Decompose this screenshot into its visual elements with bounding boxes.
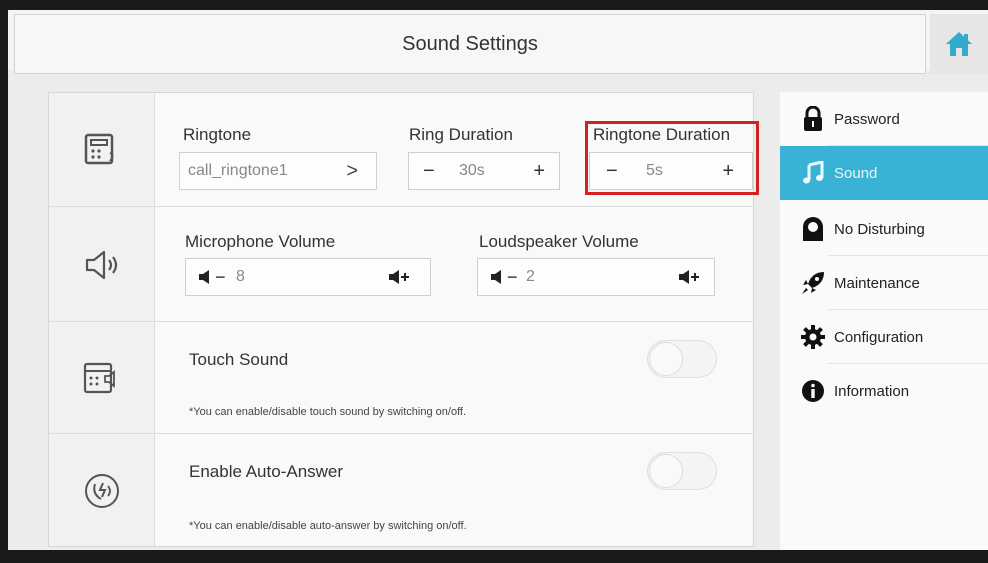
gear-icon: [792, 325, 834, 349]
ring-duration-decrease-button[interactable]: −: [423, 160, 435, 183]
microphone-volume-down-button[interactable]: −: [198, 267, 226, 288]
keypad-sound-icon: [49, 322, 154, 434]
auto-answer-label: Enable Auto-Answer: [189, 462, 344, 481]
page-title-bar: Sound Settings: [14, 14, 926, 74]
touch-sound-row: Touch Sound *You can enable/disable touc…: [49, 322, 753, 434]
loudspeaker-volume-value: 2: [526, 268, 535, 285]
ringtone-label: Ringtone: [183, 125, 252, 144]
sidebar-item-configuration[interactable]: Configuration: [780, 310, 988, 364]
top-bar: Sound Settings: [8, 10, 988, 74]
volume-row: Microphone Volume − 8 Loudspeaker Volume…: [49, 207, 753, 322]
ring-duration-value: 30s: [459, 162, 485, 179]
touch-sound-toggle[interactable]: [647, 340, 717, 378]
sidebar-item-label: Password: [834, 110, 900, 128]
sidebar-item-sound[interactable]: Sound: [780, 146, 988, 200]
volume-up-icon: [679, 270, 699, 284]
ringtone-select[interactable]: call_ringtone1 >: [179, 152, 377, 190]
sidebar-item-label: Configuration: [834, 328, 924, 346]
music-note-icon: [792, 161, 834, 185]
ringtone-row: Ringtone call_ringtone1 > Ring Duration …: [49, 93, 759, 207]
sidebar-item-label: Sound: [834, 164, 878, 182]
auto-answer-row: Enable Auto-Answer *You can enable/disab…: [49, 434, 753, 548]
sidebar-item-password[interactable]: Password: [780, 92, 988, 146]
microphone-volume-value: 8: [236, 268, 245, 285]
volume-down-icon: [199, 270, 209, 284]
microphone-volume-up-button[interactable]: [388, 269, 410, 285]
home-icon: [946, 32, 972, 56]
volume-down-icon: [491, 270, 501, 284]
page-title: Sound Settings: [402, 32, 538, 55]
ring-duration-increase-button[interactable]: +: [533, 160, 545, 183]
ringtone-value: call_ringtone1: [188, 162, 288, 179]
sidebar-item-information[interactable]: Information: [780, 364, 988, 418]
auto-answer-note: *You can enable/disable auto-answer by s…: [189, 520, 467, 532]
touch-sound-label: Touch Sound: [189, 350, 289, 369]
sidebar-item-label: Maintenance: [834, 274, 920, 292]
loudspeaker-volume-control: − 2: [477, 258, 715, 296]
loudspeaker-volume-label: Loudspeaker Volume: [479, 232, 639, 251]
intercom-panel-icon: [49, 93, 154, 207]
rocket-icon: [792, 270, 834, 296]
sidebar-item-maintenance[interactable]: Maintenance: [780, 256, 988, 310]
touch-sound-note: *You can enable/disable touch sound by s…: [189, 406, 467, 418]
speaker-icon: [49, 207, 154, 322]
lock-icon: [792, 106, 834, 132]
microphone-volume-control: − 8: [185, 258, 431, 296]
sidebar-item-label: Information: [834, 382, 910, 400]
loudspeaker-volume-up-button[interactable]: [678, 269, 700, 285]
ring-duration-stepper: − 30s +: [408, 152, 560, 190]
sidebar-item-label: No Disturbing: [834, 220, 925, 238]
sidebar-item-no-disturbing[interactable]: No Disturbing: [780, 202, 988, 256]
settings-panel: Ringtone call_ringtone1 > Ring Duration …: [48, 92, 759, 548]
loudspeaker-volume-down-button[interactable]: −: [490, 267, 518, 288]
highlight-box: [585, 121, 759, 195]
volume-up-icon: [389, 270, 409, 284]
microphone-volume-label: Microphone Volume: [185, 232, 336, 251]
screen: Sound Settings Ringtone call_ringtone1 >…: [8, 10, 988, 550]
ring-duration-label: Ring Duration: [409, 125, 513, 144]
chevron-right-icon: >: [346, 159, 358, 182]
auto-answer-toggle[interactable]: [647, 452, 717, 490]
info-icon: [792, 379, 834, 403]
sidebar: Password Sound No Disturbing Maintenance: [780, 92, 988, 550]
home-button[interactable]: [930, 14, 988, 74]
auto-answer-icon: [49, 434, 154, 548]
do-not-disturb-icon: [792, 216, 834, 242]
